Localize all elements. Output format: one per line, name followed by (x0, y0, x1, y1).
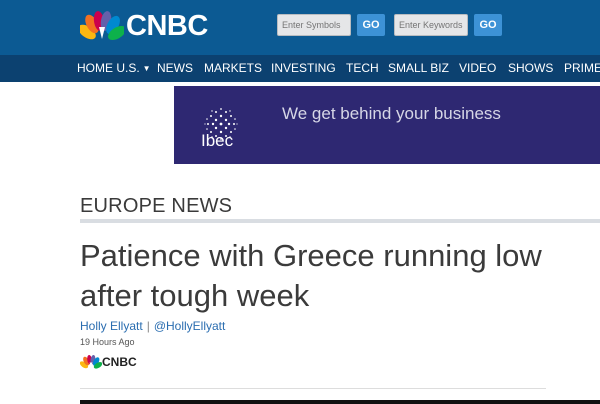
author-link[interactable]: Holly Ellyatt (80, 319, 143, 333)
ad-banner[interactable]: Ibec We get behind your business (174, 86, 600, 164)
keywords-search-input[interactable] (394, 14, 468, 36)
ad-brand: Ibec (201, 131, 234, 150)
author-twitter-link[interactable]: @HollyEllyatt (154, 319, 226, 333)
byline: Holly Ellyatt | @HollyEllyatt (80, 319, 225, 334)
logo-wordmark: CNBC (126, 10, 208, 42)
nav-item-shows[interactable]: SHOWS (508, 61, 553, 76)
keywords-go-button[interactable]: GO (474, 14, 502, 36)
section-label[interactable]: EUROPE NEWS (80, 195, 232, 217)
byline-separator: | (146, 319, 150, 333)
nav-item-label: HOME U.S. (77, 61, 140, 75)
source-logo: CNBC (80, 354, 170, 370)
nav-item-news[interactable]: NEWS (157, 61, 193, 76)
nav-item-markets[interactable]: MARKETS (204, 61, 262, 76)
article-timestamp: 19 Hours Ago (80, 337, 135, 347)
main-nav: HOME U.S. ▼ NEWS MARKETS INVESTING TECH S… (0, 55, 600, 82)
symbols-search-input[interactable] (277, 14, 351, 36)
nav-item-small-biz[interactable]: SMALL BIZ (388, 61, 449, 76)
peacock-icon (80, 354, 102, 369)
section-divider (80, 219, 600, 223)
nav-item-tech[interactable]: TECH (346, 61, 379, 76)
content-divider (80, 388, 546, 389)
media-top-edge (80, 400, 600, 404)
cnbc-logo[interactable]: CNBC (80, 9, 250, 43)
ad-tagline: We get behind your business (282, 104, 501, 123)
nav-item-video[interactable]: VIDEO (459, 61, 496, 76)
article-headline: Patience with Greece running low after t… (80, 238, 542, 313)
source-wordmark: CNBC (102, 355, 137, 369)
caret-down-icon: ▼ (142, 64, 151, 73)
nav-item-investing[interactable]: INVESTING (271, 61, 336, 76)
nav-item-prime[interactable]: PRIME (564, 61, 600, 76)
peacock-icon (80, 11, 124, 41)
site-header: CNBC GO GO (0, 0, 600, 55)
symbols-go-button[interactable]: GO (357, 14, 385, 36)
nav-item-home[interactable]: HOME U.S. ▼ (77, 61, 151, 76)
